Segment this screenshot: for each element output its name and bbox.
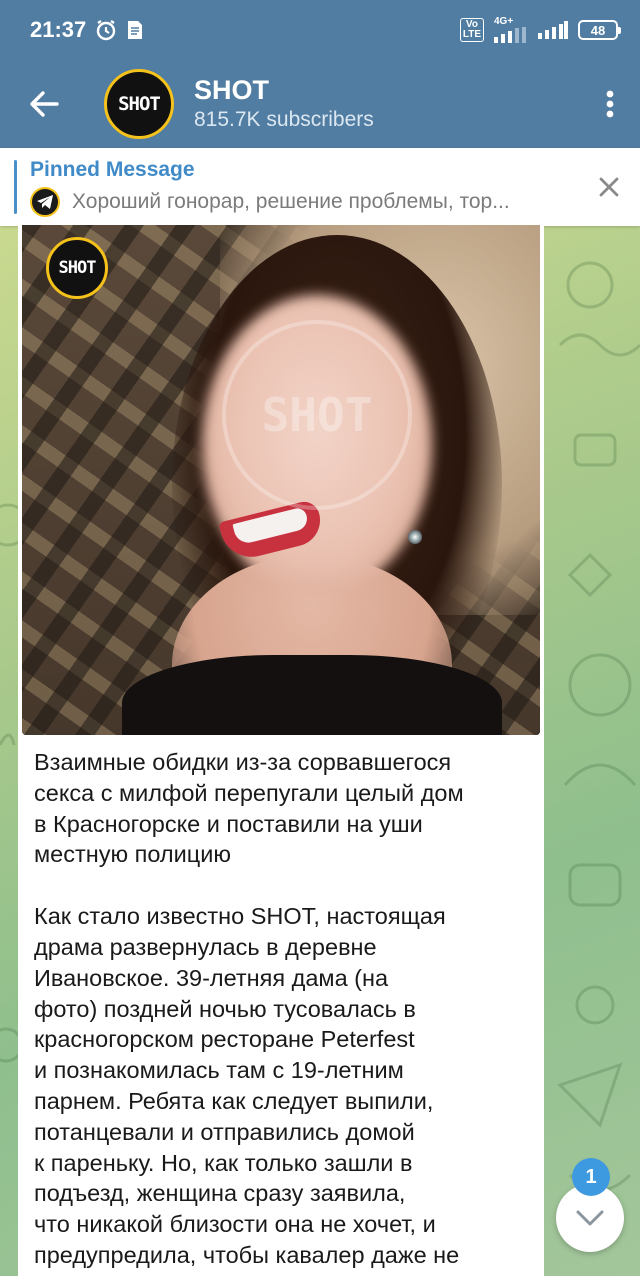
status-time: 21:37 bbox=[30, 17, 87, 42]
signal-strength-icon bbox=[538, 21, 568, 39]
pinned-title: Pinned Message bbox=[30, 158, 195, 181]
chevron-down-icon bbox=[576, 1210, 604, 1226]
kebab-menu-icon bbox=[606, 90, 614, 118]
status-right-icons: Vo LTE 4G+ 48 bbox=[459, 17, 621, 43]
channel-info[interactable]: SHOT 815.7K subscribers bbox=[194, 74, 374, 134]
telegram-plane-icon bbox=[37, 195, 53, 209]
photo-clothing bbox=[122, 655, 502, 735]
volte-label-lte: LTE bbox=[462, 29, 481, 40]
back-button[interactable] bbox=[0, 60, 88, 148]
channel-avatar[interactable]: SHOT bbox=[104, 69, 174, 139]
message-paragraph: Как стало известно SHOT, настоящая драма… bbox=[34, 903, 460, 1268]
pinned-content: Pinned Message Хороший гонорар, решение … bbox=[30, 157, 570, 217]
signal-bars-icon bbox=[494, 27, 526, 43]
unread-count-badge: 1 bbox=[572, 1158, 610, 1196]
document-icon bbox=[128, 21, 143, 39]
pinned-preview-text: Хороший гонорар, решение проблемы, тор..… bbox=[72, 190, 510, 213]
photo-logo-badge: SHOT bbox=[46, 237, 108, 299]
arrow-left-icon bbox=[30, 91, 59, 117]
message-paragraph: Взаимные обидки из-за сорвавшегося секса… bbox=[34, 749, 464, 868]
signal-4g-icon: 4G+ bbox=[494, 17, 528, 43]
status-left-icons bbox=[94, 18, 144, 42]
network-type-label: 4G+ bbox=[494, 16, 514, 27]
message-photo[interactable]: SHOT SHOT bbox=[22, 225, 540, 735]
channel-header: SHOT SHOT 815.7K subscribers bbox=[0, 60, 640, 148]
status-bar: 21:37 Vo LTE 4G+ 48 bbox=[0, 0, 640, 60]
close-pinned-button[interactable] bbox=[594, 172, 624, 202]
pinned-message-bar[interactable]: Pinned Message Хороший гонорар, решение … bbox=[0, 148, 640, 226]
message-bubble[interactable]: SHOT SHOT Взаимные обидки из-за сорвавше… bbox=[18, 225, 544, 1276]
photo-watermark-text: SHOT bbox=[261, 388, 373, 442]
unread-count: 1 bbox=[585, 1165, 597, 1188]
subscriber-count: 815.7K subscribers bbox=[194, 108, 374, 131]
channel-title: SHOT bbox=[194, 75, 270, 105]
close-icon bbox=[599, 177, 619, 197]
photo-watermark: SHOT bbox=[222, 320, 412, 510]
channel-avatar-logo: SHOT bbox=[118, 93, 161, 115]
volte-icon: Vo LTE bbox=[459, 18, 484, 42]
battery-icon: 48 bbox=[578, 20, 621, 40]
pinned-thumbnail bbox=[30, 187, 60, 217]
pinned-indicator-line bbox=[14, 160, 17, 214]
battery-level: 48 bbox=[590, 22, 606, 38]
message-text: Взаимные обидки из-за сорвавшегося секса… bbox=[34, 747, 534, 1271]
more-options-button[interactable] bbox=[580, 60, 640, 148]
pinned-row: Хороший гонорар, решение проблемы, тор..… bbox=[30, 187, 570, 217]
alarm-icon bbox=[97, 20, 116, 41]
photo-logo-text: SHOT bbox=[58, 258, 97, 278]
photo-earring bbox=[408, 530, 422, 544]
